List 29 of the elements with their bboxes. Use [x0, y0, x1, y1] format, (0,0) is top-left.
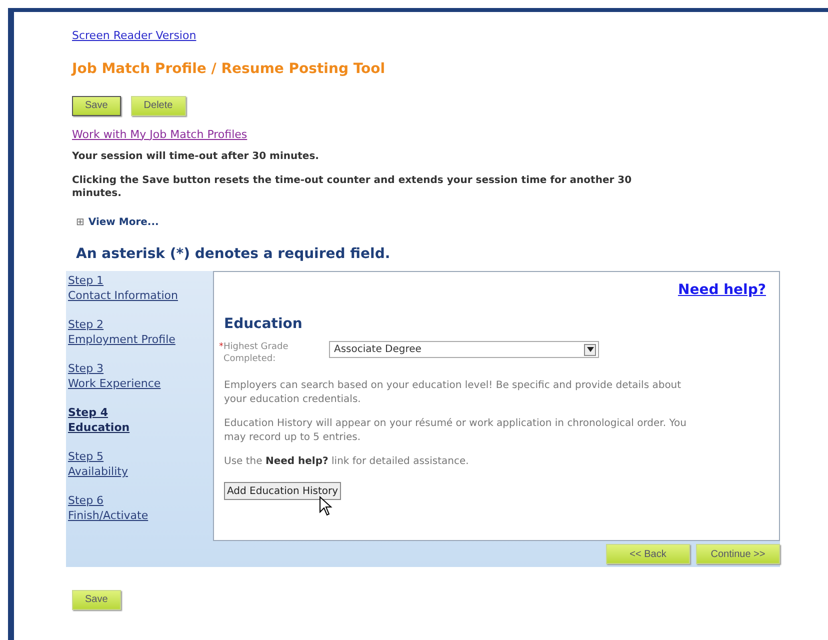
session-notice: Your session will time-out after 30 minutes.: [72, 150, 319, 164]
add-education-button[interactable]: Add Education History: [224, 482, 342, 500]
nav-button[interactable]: Continue >>: [696, 544, 780, 564]
section-title: Education: [224, 315, 302, 334]
help-paragraph: Education History will appear on your résumé or work application in chronological order. You may record up to 5 entries.: [224, 417, 688, 445]
expand-icon[interactable]: ⊞: [76, 215, 84, 230]
grade-dropdown[interactable]: Associate Degree: [329, 341, 599, 358]
action-button[interactable]: Save: [72, 96, 121, 116]
profiles-link[interactable]: Work with My Job Match Profiles: [72, 126, 248, 143]
step-link[interactable]: Step 1 Contact Information: [68, 273, 178, 303]
step-link[interactable]: Step 2 Employment Profile: [68, 317, 176, 347]
cursor-icon: [319, 496, 333, 516]
field-label: Highest Grade Completed:: [224, 341, 290, 365]
step-link[interactable]: Step 4 Education: [68, 405, 130, 435]
save-notice: Clicking the Save button resets the time-out counter and extends your session time for another 30 minutes.: [72, 174, 633, 200]
step-link[interactable]: Step 5 Availability: [68, 449, 128, 479]
step-link[interactable]: Step 6 Finish/Activate: [68, 493, 148, 523]
page-title: Job Match Profile / Resume Posting Tool: [72, 60, 386, 78]
nav-button[interactable]: << Back: [606, 544, 690, 564]
required-marker: *: [219, 341, 224, 354]
help-link[interactable]: Need help?: [678, 280, 766, 301]
save-button[interactable]: Save: [72, 590, 121, 610]
required-notice: An asterisk (*) denotes a required field.: [76, 245, 390, 264]
action-button[interactable]: Delete: [130, 96, 186, 116]
view-more-link[interactable]: View More...: [88, 215, 159, 230]
help-paragraph: Use the Need help? link for detailed assistance.: [224, 455, 470, 469]
step-link[interactable]: Step 3 Work Experience: [68, 361, 161, 391]
help-paragraph: Employers can search based on your education level! Be specific and provide details about your education credentials.: [224, 379, 682, 407]
screen-reader-link[interactable]: Screen Reader Version: [72, 28, 196, 44]
